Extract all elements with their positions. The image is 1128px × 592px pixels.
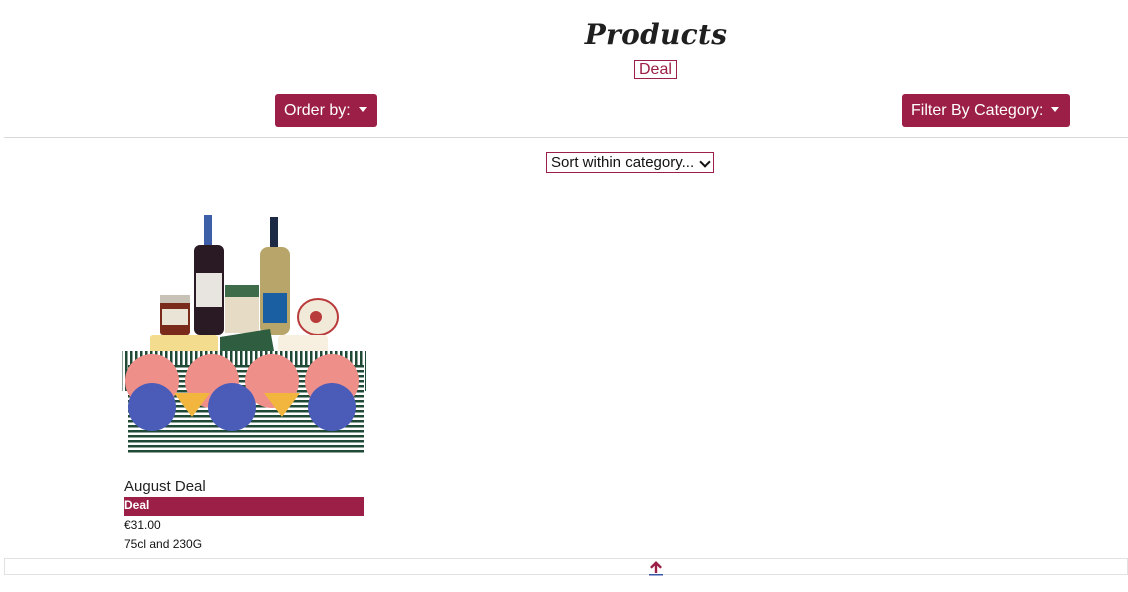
order-by-label: Order by:: [284, 102, 351, 119]
product-category-badge: Deal: [124, 497, 364, 516]
sort-selected-value: Sort within category...: [551, 154, 695, 171]
active-filter-badge[interactable]: Deal: [634, 60, 677, 79]
product-size: 75cl and 230G: [124, 537, 203, 551]
arrow-up-icon[interactable]: [648, 560, 664, 576]
order-by-button[interactable]: Order by:: [275, 94, 377, 127]
caret-down-icon: [358, 107, 367, 112]
caret-down-icon: [1051, 107, 1060, 112]
filter-by-category-label: Filter By Category:: [911, 102, 1044, 119]
chevron-down-icon: [699, 156, 711, 168]
page-title: Products: [584, 18, 728, 51]
product-image[interactable]: [120, 205, 368, 460]
product-price: €31.00: [124, 518, 161, 532]
sort-within-category-select[interactable]: Sort within category...: [546, 152, 714, 173]
product-card[interactable]: August Deal Deal €31.00 75cl and 230G: [120, 205, 368, 555]
back-to-top-bar: [4, 558, 1128, 575]
product-name[interactable]: August Deal: [124, 478, 206, 495]
divider: [4, 137, 1128, 138]
filter-by-category-button[interactable]: Filter By Category:: [902, 94, 1070, 127]
